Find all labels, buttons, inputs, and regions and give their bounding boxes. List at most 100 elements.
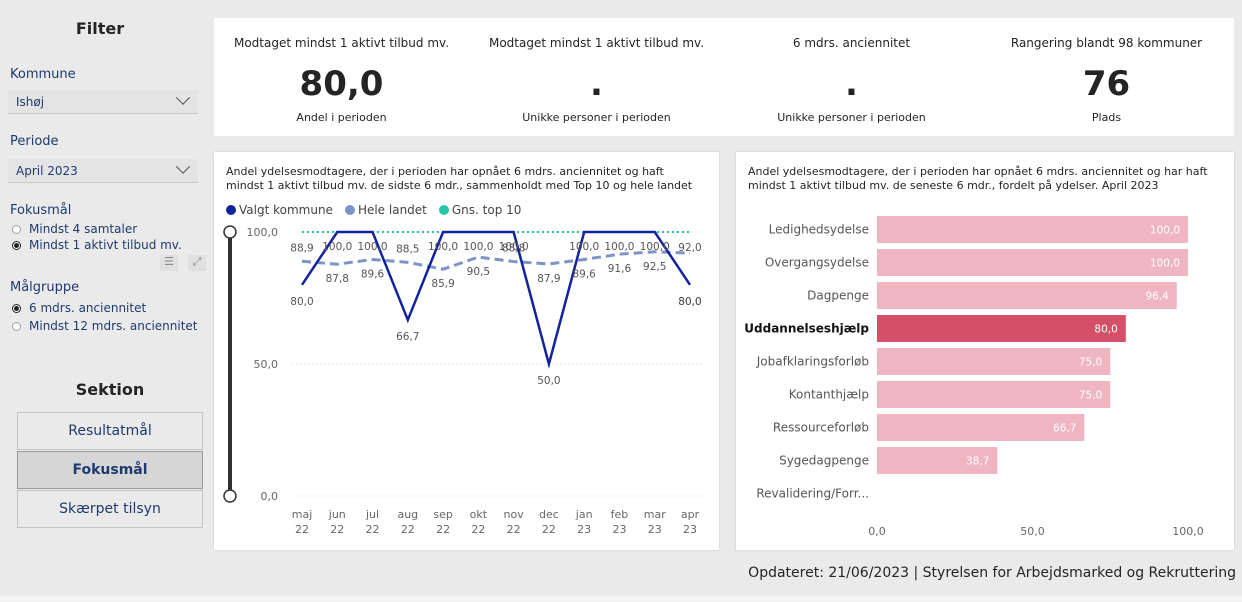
- bar: [877, 249, 1188, 276]
- page-bottom-strip: [0, 596, 1242, 602]
- kpi-unikke-personer: Modtaget mindst 1 aktivt tilbud mv. . Un…: [469, 18, 724, 136]
- bar-value-label: 75,0: [1079, 390, 1102, 402]
- kpi-title: Rangering blandt 98 kommuner: [1010, 36, 1203, 50]
- data-label-valgt: 66,7: [396, 331, 419, 343]
- bar-category-label: Dagpenge: [807, 289, 869, 303]
- bar-value-label: 38,7: [966, 456, 989, 468]
- bar-value-label: 100,0: [1150, 225, 1180, 237]
- data-label-hele-landet: 87,9: [537, 273, 560, 285]
- kpi-value: 76: [1082, 64, 1131, 104]
- filter-icon[interactable]: ☰: [160, 255, 178, 271]
- x-tick-label: maj 22: [292, 508, 313, 536]
- bar-category-label: Sygedagpenge: [779, 454, 869, 468]
- x-tick-label: okt 22: [470, 508, 488, 536]
- data-label-valgt: 100,0: [569, 241, 599, 253]
- bar: [877, 315, 1126, 342]
- fokusmaal-option-samtaler[interactable]: Mindst 4 samtaler: [12, 222, 137, 236]
- periode-label: Periode: [10, 134, 59, 149]
- data-label-hele-landet: 92,5: [643, 261, 666, 273]
- x-tick-label: mar 23: [644, 508, 666, 536]
- range-slider-handle-bottom: [223, 489, 237, 503]
- x-tick-label: apr 23: [681, 508, 700, 536]
- kpi-subtitle: Unikke personer i perioden: [777, 111, 926, 124]
- x-tick-label: 50,0: [1020, 525, 1045, 538]
- bar-chart: Ledighedsydelse 100,0 Overgangsydelse 100,0…: [744, 216, 1204, 538]
- kpi-value: 80,0: [299, 64, 384, 104]
- radio-label: Mindst 4 samtaler: [29, 222, 138, 236]
- fokusmaal-label: Fokusmål: [10, 203, 72, 218]
- focus-mode-icon[interactable]: ⤢: [188, 255, 206, 271]
- range-slider-handle-top: [223, 225, 237, 239]
- data-label-hele-landet: 92,0: [678, 242, 701, 254]
- maalgruppe-option-12mdr[interactable]: Mindst 12 mdrs. anciennitet: [12, 319, 198, 333]
- radio-icon: [12, 321, 21, 331]
- chevron-down-icon: [175, 90, 191, 105]
- data-label-hele-landet: 91,6: [608, 263, 632, 275]
- bar: [877, 348, 1111, 375]
- bar-value-label: 66,7: [1053, 423, 1076, 435]
- radio-icon: [12, 224, 21, 234]
- data-label-valgt: 50,0: [537, 375, 560, 387]
- kpi-title: 6 mdrs. anciennitet: [792, 36, 911, 50]
- data-label-hele-landet: 89,6: [572, 268, 596, 280]
- kommune-dropdown[interactable]: Ishøj: [8, 90, 198, 114]
- bar: [877, 216, 1188, 243]
- x-tick-label: 100,0: [1172, 525, 1204, 538]
- kpi-value: .: [845, 64, 858, 104]
- maalgruppe-option-6mdr[interactable]: 6 mdrs. anciennitet: [12, 301, 146, 315]
- kpi-subtitle: Unikke personer i perioden: [522, 111, 671, 124]
- data-label-valgt: 100,0: [604, 241, 634, 253]
- footer-updated: Opdateret: 21/06/2023 | Styrelsen for Ar…: [748, 565, 1236, 581]
- skaerpet-tilsyn-button[interactable]: Skærpet tilsyn: [17, 490, 203, 528]
- data-label-hele-landet: 88,9: [290, 242, 313, 254]
- bar-category-label: Uddannelseshjælp: [744, 322, 869, 336]
- x-tick-label: nov 22: [504, 508, 525, 536]
- periode-dropdown[interactable]: April 2023: [8, 159, 198, 183]
- kommune-value: Ishøj: [16, 94, 45, 109]
- data-label-valgt: 100,0: [358, 241, 388, 253]
- data-label-valgt: 100,0: [322, 241, 352, 253]
- fokusmaal-button[interactable]: Fokusmål: [17, 451, 203, 489]
- bar-value-label: 80,0: [1094, 324, 1117, 336]
- bar-value-label: 75,0: [1079, 357, 1102, 369]
- data-label-extra: 80,0: [678, 296, 701, 308]
- kpi-rangering: Rangering blandt 98 kommuner 76 Plads: [979, 18, 1234, 136]
- x-tick-label: 0,0: [868, 525, 886, 538]
- x-tick-label: jun 22: [328, 508, 346, 536]
- maalgruppe-label: Målgruppe: [10, 280, 80, 295]
- data-label-hele-landet: 89,6: [361, 268, 385, 280]
- bar-category-label: Ressourceforløb: [773, 421, 869, 435]
- bar-category-label: Revalidering/Forr...: [756, 487, 869, 501]
- visual-header-icons: ☰ ⤢: [160, 255, 206, 271]
- kpi-card: Modtaget mindst 1 aktivt tilbud mv. 80,0…: [214, 18, 1234, 136]
- kpi-title: Modtaget mindst 1 aktivt tilbud mv.: [488, 36, 705, 50]
- data-label-valgt: 100,0: [428, 241, 458, 253]
- kommune-label: Kommune: [10, 67, 76, 82]
- x-tick-label: dec 22: [539, 508, 559, 536]
- filter-title: Filter: [75, 19, 125, 38]
- bar-value-label: 100,0: [1150, 258, 1180, 270]
- sektion-title: Sektion: [75, 380, 145, 399]
- radio-label: Mindst 12 mdrs. anciennitet: [29, 319, 198, 333]
- bar: [877, 282, 1177, 309]
- data-label-hele-landet: 90,5: [467, 266, 490, 278]
- radio-selected-icon: [12, 303, 21, 313]
- resultatmaal-button[interactable]: Resultatmål: [17, 412, 203, 450]
- data-label-hele-landet: 88,8: [502, 243, 525, 255]
- fokusmaal-option-aktivt-tilbud[interactable]: Mindst 1 aktivt tilbud mv.: [12, 238, 182, 252]
- kpi-subtitle: Andel i perioden: [296, 111, 387, 124]
- bar-category-label: Jobafklaringsforløb: [756, 355, 869, 369]
- x-tick-label: jan 23: [575, 508, 593, 536]
- data-label-hele-landet: 85,9: [431, 278, 454, 290]
- data-label-hele-landet: 87,8: [326, 273, 349, 285]
- series-line-hele-landet: [301, 250, 691, 271]
- y-tick-label: 0,0: [261, 490, 279, 503]
- data-label-valgt: 80,0: [290, 296, 313, 308]
- kpi-subtitle: Plads: [1091, 111, 1122, 124]
- radio-label: 6 mdrs. anciennitet: [29, 301, 147, 315]
- y-tick-label: 50,0: [254, 358, 279, 371]
- y-tick-label: 100,0: [247, 226, 279, 239]
- x-tick-label: feb 23: [611, 508, 629, 536]
- bar-category-label: Ledighedsydelse: [769, 223, 869, 237]
- data-label-valgt: 100,0: [640, 241, 670, 253]
